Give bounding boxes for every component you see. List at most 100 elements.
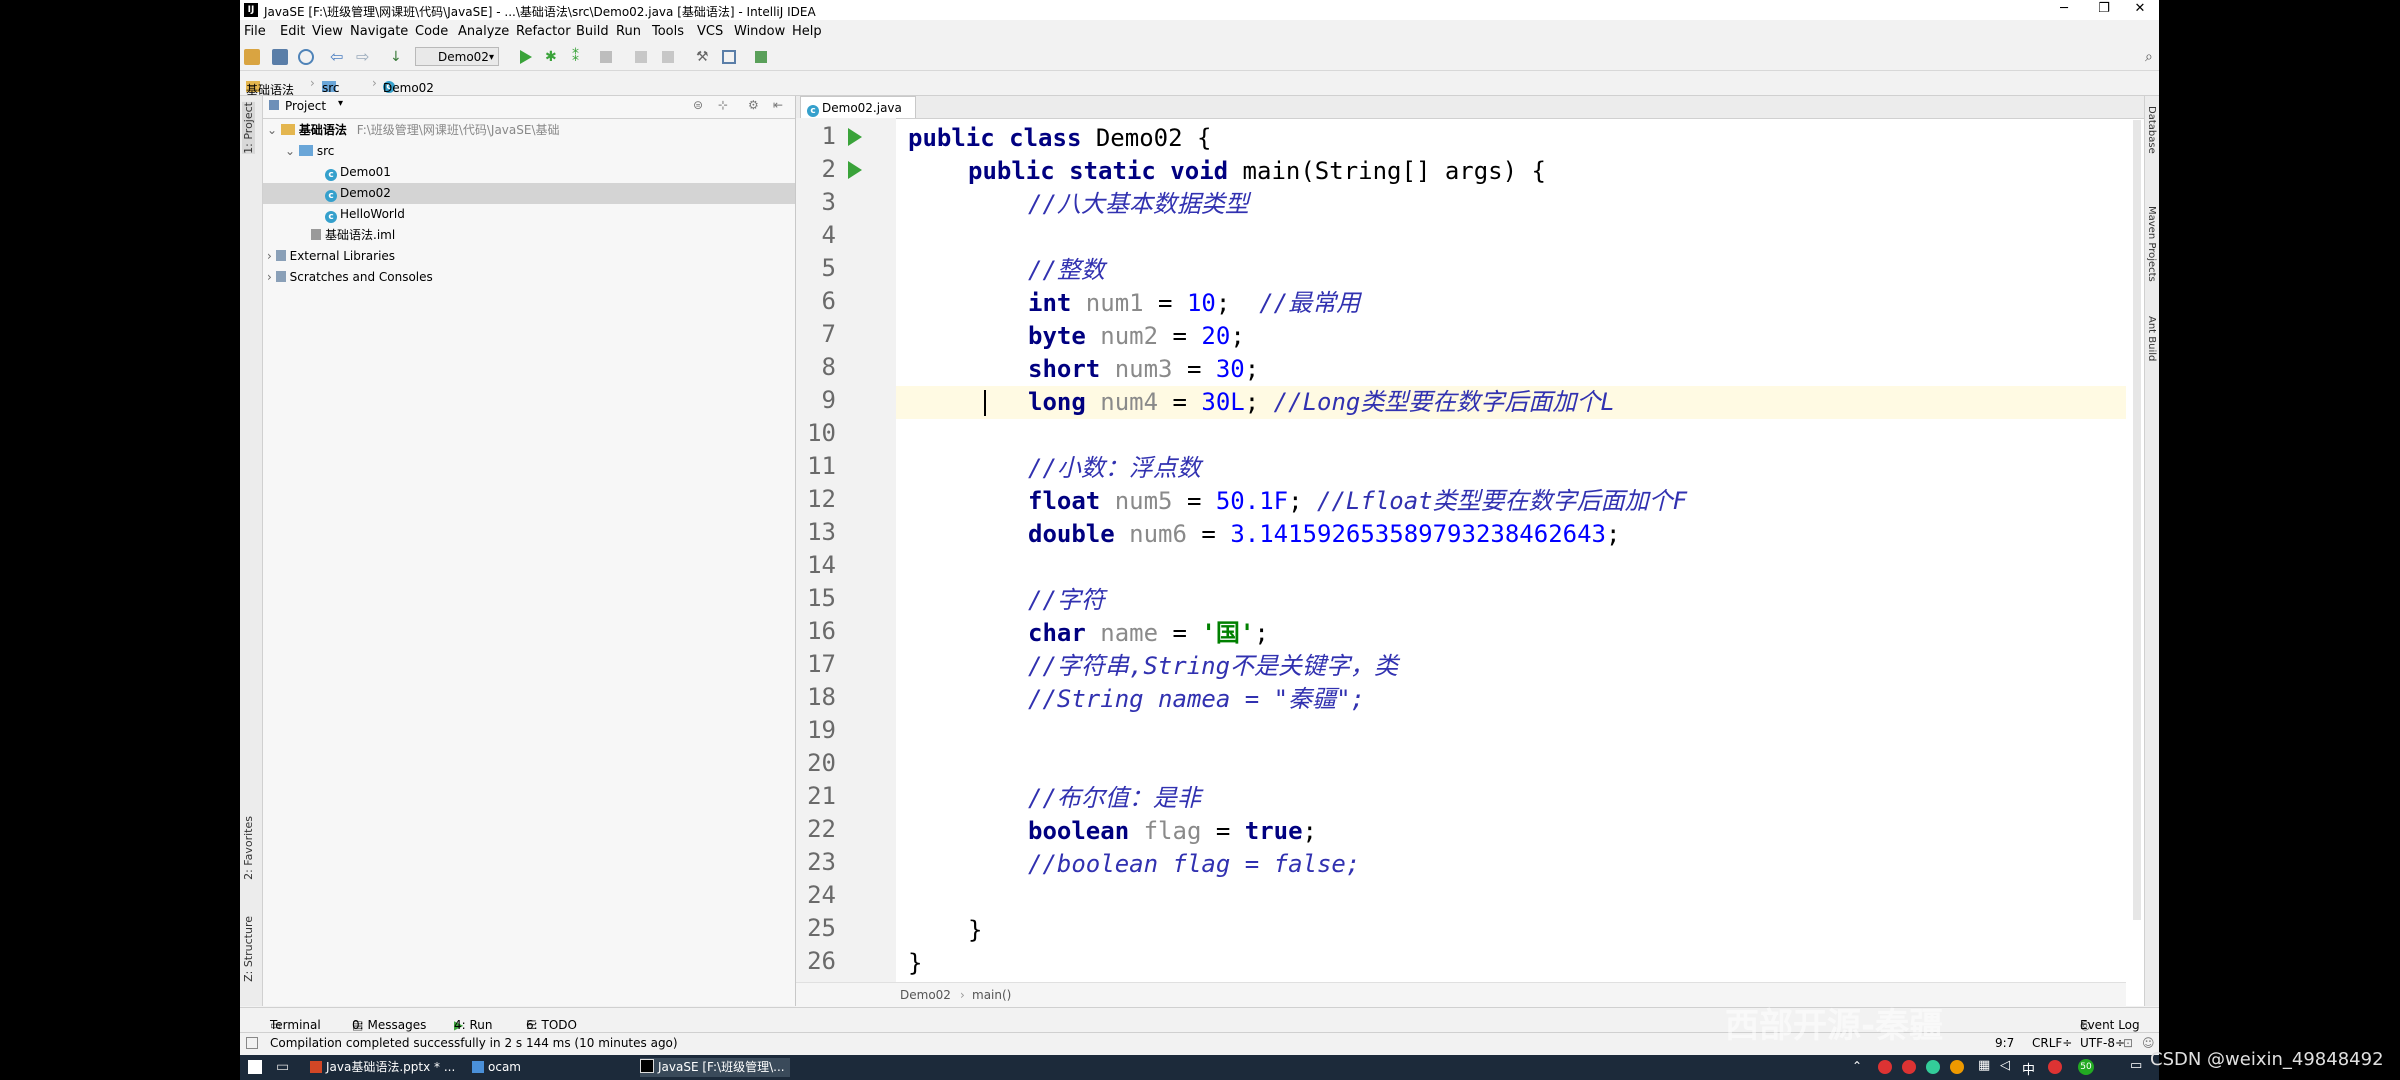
menu-run[interactable]: Run [616,24,641,39]
taskbar-pptx[interactable]: Java基础语法.pptx * ... [310,1058,460,1077]
close-window-button[interactable]: ✕ [2125,1,2155,16]
tab-demo02-java[interactable]: cDemo02.java ✕ [800,96,916,137]
run-class-gutter-icon[interactable] [848,128,862,146]
forward-icon[interactable]: ⇨ [356,49,372,65]
lock-icon[interactable]: ⊡ [2123,1036,2133,1050]
menu-build[interactable]: Build [576,24,609,39]
tree-item-demo02[interactable]: c Demo02 [263,183,795,204]
tray-expand-icon[interactable]: ⌃ [1852,1059,1862,1073]
crumb-method[interactable]: main() [972,988,1011,1002]
line-number: 9 [821,386,836,414]
minimize-button[interactable]: ─ [2049,1,2079,16]
network-icon[interactable]: ▦ [1978,1058,1990,1073]
menu-view[interactable]: View [312,24,343,39]
menu-file[interactable]: File [244,24,266,39]
menu-code[interactable]: Code [415,24,448,39]
tree-item-module[interactable]: ⌄ 基础语法 F:\班级管理\网课班\代码\JavaSE\基础 [267,120,560,141]
build-icon[interactable]: ↓ [390,49,406,65]
gear-icon[interactable]: ⚙ [748,98,759,112]
code-line-17: //字符串,String不是关键字，类 [1028,652,1399,680]
run-icon[interactable] [520,50,532,64]
menu-vcs[interactable]: VCS [697,24,723,39]
chevron-down-icon[interactable]: ▾ [338,98,343,109]
task-view-icon[interactable]: ▭ [276,1059,289,1075]
scroll-from-source-icon[interactable]: ⊹ [718,98,728,112]
tree-item-demo01[interactable]: c Demo01 [325,162,391,183]
menu-analyze[interactable]: Analyze [458,24,509,39]
notification-icon[interactable]: ▭ [2130,1058,2142,1073]
csdn-watermark: CSDN @weixin_49848492 [2150,1049,2384,1070]
intellij-window: IJ JavaSE [F:\班级管理\网课班\代码\JavaSE] - ...\… [240,0,2159,1080]
favorites-tool-tab[interactable]: 2: Favorites [242,816,255,880]
sync-icon[interactable] [298,49,314,65]
code-line-7: byte num2 = 20; [1028,322,1245,350]
editor-scrollbar[interactable] [2133,120,2141,920]
project-view-select[interactable]: Project [285,99,326,113]
line-number: 8 [821,353,836,381]
debug-icon[interactable]: ✱ [545,49,561,65]
cursor-position[interactable]: 9:7 [1995,1036,2014,1050]
save-icon[interactable] [272,49,288,65]
structure-tool-tab[interactable]: Z: Structure [242,916,255,982]
hide-panel-icon[interactable]: ⇤ [773,98,783,112]
tray-record-icon[interactable] [1902,1060,1916,1074]
line-number: 1 [821,122,836,150]
tree-item-external-libraries[interactable]: › External Libraries [267,246,395,267]
menu-tools[interactable]: Tools [652,24,684,39]
file-encoding[interactable]: UTF-8÷ [2080,1036,2125,1050]
tray-input-method-icon[interactable] [2048,1060,2062,1074]
project-tool-tab[interactable]: 1: Project [242,102,255,154]
menu-help[interactable]: Help [792,24,822,39]
status-message[interactable]: Compilation completed successfully in 2 … [270,1036,678,1050]
tab-label: Demo02.java [822,101,902,115]
tray-security-icon[interactable] [1926,1060,1940,1074]
code-area[interactable]: public class Demo02 { public static void… [896,118,2126,982]
tree-item-src[interactable]: ⌄ src [285,141,334,162]
menu-edit[interactable]: Edit [280,24,305,39]
tray-app-icon[interactable] [1878,1060,1892,1074]
stop-icon[interactable] [600,51,612,63]
ant-tool-tab[interactable]: Ant Build [2146,316,2157,361]
tray-cloud-icon[interactable] [1950,1060,1964,1074]
project-structure-icon[interactable] [722,50,736,64]
coverage-icon[interactable]: ⁑ [572,49,588,65]
database-tool-tab[interactable]: Database [2146,106,2157,154]
settings-wrench-icon[interactable]: ⚒ [696,49,712,65]
search-icon[interactable]: ⌕ [2145,49,2159,65]
video-watermark: 西部开源-秦疆 [1725,1006,1944,1046]
tree-item-helloworld[interactable]: c HelloWorld [325,204,405,225]
open-folder-icon[interactable] [244,49,260,65]
run-configuration-select[interactable]: Demo02 ▾ [415,47,499,66]
taskbar-ocam[interactable]: ocam [472,1058,562,1077]
code-line-9: long num4 = 30L; //Long类型要在数字后面加个L [1028,388,1615,416]
taskbar-intellij[interactable]: JavaSE [F:\班级管理\... [640,1058,790,1077]
run-main-gutter-icon[interactable] [848,161,862,179]
menu-navigate[interactable]: Navigate [350,24,408,39]
maven-tool-tab[interactable]: Maven Projects [2146,206,2157,282]
line-number: 20 [807,749,836,777]
line-number: 17 [807,650,836,678]
module-path: F:\班级管理\网课班\代码\JavaSE\基础 [356,123,560,137]
sdk-icon[interactable] [755,51,767,63]
maximize-button[interactable]: ❐ [2089,1,2119,16]
vcs-commit-icon[interactable] [662,51,674,63]
inspector-icon[interactable]: ☺ [2142,1036,2155,1050]
status-toggle-icon[interactable] [246,1037,258,1049]
tray-badge-icon[interactable]: 50 [2078,1059,2094,1075]
line-separator[interactable]: CRLF÷ [2032,1036,2072,1050]
crumb-class[interactable]: Demo02 [900,988,951,1002]
menu-window[interactable]: Window [734,24,785,39]
vcs-update-icon[interactable] [635,51,647,63]
volume-icon[interactable]: ◁ [2000,1058,2010,1073]
back-icon[interactable]: ⇦ [330,49,346,65]
tree-item-iml[interactable]: 基础语法.iml [311,225,395,246]
windows-start-icon[interactable] [248,1060,262,1074]
code-line-5: //整数 [1028,256,1105,284]
project-panel-header: Project ▾ ⊜ ⊹ ⚙ ⇤ [263,96,795,119]
tree-item-scratches[interactable]: › Scratches and Consoles [267,267,433,288]
line-number: 13 [807,518,836,546]
menu-refactor[interactable]: Refactor [516,24,571,39]
code-line-12: float num5 = 50.1F; //Lfloat类型要在数字后面加个F [1028,487,1688,515]
collapse-all-icon[interactable]: ⊜ [693,98,703,112]
ime-indicator[interactable]: 中 [2022,1059,2035,1078]
